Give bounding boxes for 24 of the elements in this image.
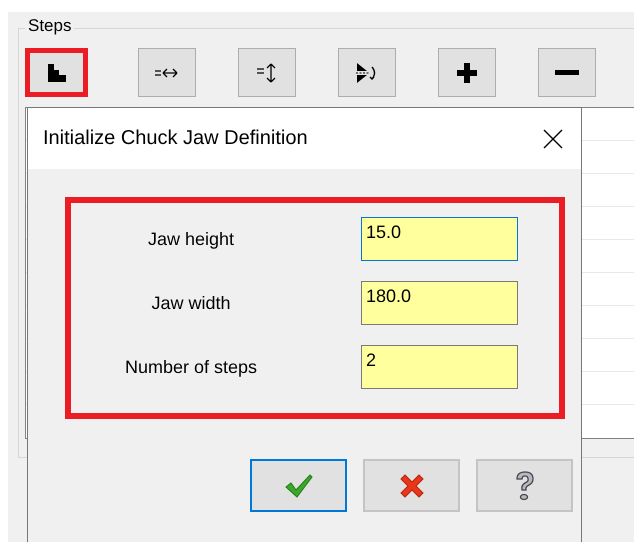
input-field[interactable]: 15.0: [361, 217, 518, 261]
toolbar-button[interactable]: [338, 48, 396, 97]
close-icon[interactable]: [543, 128, 563, 148]
cancel-button[interactable]: [363, 459, 460, 512]
field-label: Number of steps: [124, 356, 258, 378]
dialog-title: Initialize Chuck Jaw Definition: [43, 127, 308, 150]
question-mark-icon: [514, 470, 536, 502]
minus-icon: [555, 68, 579, 76]
toolbar-button[interactable]: [538, 48, 596, 97]
help-button[interactable]: [476, 459, 573, 512]
toolbar-button[interactable]: [438, 48, 496, 97]
field-label: Jaw width: [150, 292, 232, 314]
group-title: Steps: [25, 16, 74, 36]
input-field[interactable]: 180.0: [361, 281, 518, 325]
checkmark-icon: [284, 472, 314, 498]
toolbar-button[interactable]: [25, 48, 88, 97]
ok-button[interactable]: [250, 459, 347, 512]
input-field[interactable]: 2: [361, 345, 518, 389]
staircase-icon: [46, 62, 68, 84]
plus-icon: [456, 62, 478, 84]
vertical-arrow-icon: [256, 62, 278, 84]
field-label: Jaw height: [146, 228, 236, 250]
horizontal-arrow-icon: [154, 66, 180, 80]
cross-icon: [398, 472, 426, 500]
